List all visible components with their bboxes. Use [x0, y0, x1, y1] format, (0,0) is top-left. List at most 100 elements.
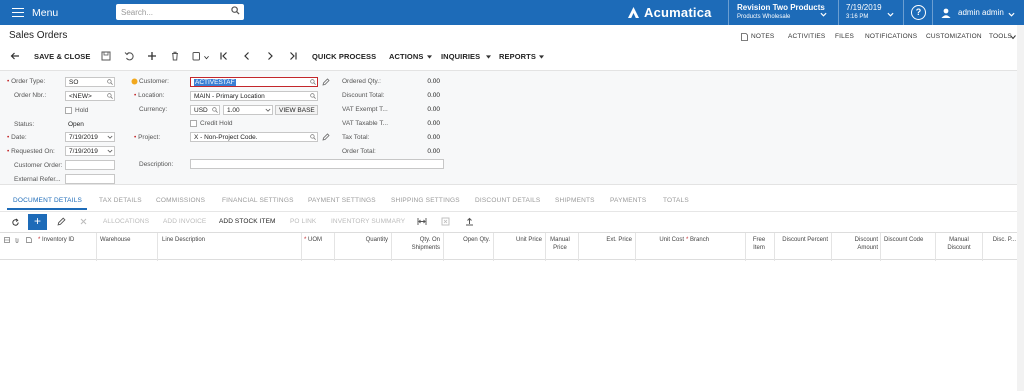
search-icon[interactable] [310, 134, 316, 140]
column-divider [391, 233, 392, 261]
inquiries-menu-button[interactable]: INQUIRIES [441, 52, 480, 61]
credit-hold-checkbox[interactable] [190, 120, 197, 127]
add-row-button[interactable]: + [28, 214, 47, 230]
last-record-icon[interactable] [288, 51, 298, 61]
files-link[interactable]: FILES [835, 33, 854, 40]
fit-columns-icon[interactable] [417, 217, 427, 226]
actions-menu-button[interactable]: ACTIONS [389, 52, 423, 61]
status-value: Open [68, 121, 84, 128]
description-field[interactable] [190, 159, 444, 169]
hold-checkbox[interactable] [65, 107, 72, 114]
reports-menu-button[interactable]: REPORTS [499, 52, 536, 61]
customer-field[interactable]: ACTIVESTAF [190, 77, 318, 87]
search-icon[interactable] [107, 79, 113, 85]
add-invoice-button[interactable]: ADD INVOICE [163, 218, 206, 225]
search-icon[interactable] [310, 79, 316, 85]
help-button[interactable]: ? [911, 5, 926, 20]
first-record-icon[interactable] [219, 51, 229, 61]
tab-payment-settings[interactable]: PAYMENT SETTINGS [308, 197, 376, 204]
export-excel-icon[interactable] [441, 217, 450, 226]
column-header-manual-discount[interactable]: Manual Discount [940, 236, 978, 252]
delete-icon[interactable] [170, 51, 180, 61]
column-divider [157, 233, 158, 261]
add-icon[interactable] [147, 51, 157, 61]
column-header-discount-code[interactable]: Discount Code [884, 236, 923, 244]
grid-toolbar: + ALLOCATIONS ADD INVOICE ADD STOCK ITEM… [0, 211, 1024, 231]
column-header-unit-cost[interactable]: Unit Cost [638, 236, 684, 244]
chevron-down-icon[interactable] [1008, 11, 1015, 18]
edit-pencil-icon[interactable] [322, 133, 330, 141]
column-header-uom[interactable]: * UOM [304, 236, 322, 244]
column-header-discount-percent[interactable]: Discount Percent [780, 236, 828, 244]
tab-shipping-settings[interactable]: SHIPPING SETTINGS [391, 197, 460, 204]
customization-link[interactable]: CUSTOMIZATION [926, 33, 982, 40]
refresh-icon[interactable] [11, 218, 20, 227]
chevron-down-icon[interactable] [887, 11, 894, 18]
allocations-button[interactable]: ALLOCATIONS [103, 218, 149, 225]
customer-label: Customer: [139, 78, 169, 85]
chevron-down-icon[interactable] [107, 148, 113, 154]
close-icon[interactable] [80, 218, 87, 225]
tab-commissions[interactable]: COMMISSIONS [156, 197, 205, 204]
column-header-disc-p[interactable]: Disc. P... [984, 236, 1016, 244]
tab-document-details[interactable]: DOCUMENT DETAILS [13, 197, 82, 204]
user-menu[interactable]: admin admin [941, 0, 1004, 25]
tools-link[interactable]: TOOLS [989, 33, 1012, 40]
view-base-button[interactable]: VIEW BASE [275, 105, 318, 115]
back-arrow-icon[interactable] [10, 51, 20, 61]
discount-total-label: Discount Total: [342, 92, 385, 99]
grid-body[interactable] [0, 261, 1024, 391]
quick-process-button[interactable]: QUICK PROCESS [312, 52, 376, 61]
upload-icon[interactable] [465, 217, 474, 226]
notes-link[interactable]: NOTES [751, 33, 774, 40]
external-ref-field[interactable] [65, 174, 115, 184]
edit-pencil-icon[interactable] [57, 217, 66, 226]
column-header-inventory-id[interactable]: * Inventory ID [38, 236, 74, 244]
undo-icon[interactable] [124, 51, 134, 61]
column-header-qty-on-shipments[interactable]: Qty. On Shipments [396, 236, 440, 252]
column-header-free-item[interactable]: Free Item [748, 236, 770, 252]
column-header-unit-price[interactable]: Unit Price [497, 236, 542, 244]
tab-discount-details[interactable]: DISCOUNT DETAILS [475, 197, 540, 204]
column-header-line-description[interactable]: Line Description [162, 236, 205, 244]
column-header-warehouse[interactable]: Warehouse [100, 236, 130, 244]
column-header-discount-amount[interactable]: Discount Amount [834, 236, 878, 252]
chevron-down-icon[interactable] [204, 55, 209, 60]
tab-payments[interactable]: PAYMENTS [610, 197, 646, 204]
inventory-summary-button[interactable]: INVENTORY SUMMARY [331, 218, 405, 225]
tab-financial-settings[interactable]: FINANCIAL SETTINGS [222, 197, 294, 204]
tab-totals[interactable]: TOTALS [663, 197, 689, 204]
chevron-down-icon[interactable] [265, 107, 271, 113]
location-field[interactable]: MAIN - Primary Location [190, 91, 318, 101]
tab-tax-details[interactable]: TAX DETAILS [99, 197, 142, 204]
column-header-quantity[interactable]: Quantity [340, 236, 388, 244]
column-header-open-qty[interactable]: Open Qty. [448, 236, 490, 244]
column-header-ext-price[interactable]: Ext. Price [582, 236, 632, 244]
save-icon[interactable] [101, 51, 111, 61]
edit-pencil-icon[interactable] [322, 78, 330, 86]
menu-button[interactable]: Menu [0, 0, 110, 25]
chevron-down-icon[interactable] [107, 134, 113, 140]
search-icon[interactable] [212, 107, 218, 113]
chevron-down-icon[interactable] [1010, 34, 1016, 40]
search-icon[interactable] [310, 93, 316, 99]
customer-order-field[interactable] [65, 160, 115, 170]
previous-record-icon[interactable] [242, 51, 252, 61]
po-link-button[interactable]: PO LINK [290, 218, 316, 225]
save-close-button[interactable]: SAVE & CLOSE [34, 52, 91, 61]
search-icon[interactable] [107, 93, 113, 99]
next-record-icon[interactable] [265, 51, 275, 61]
column-header-manual-price[interactable]: Manual Price [547, 236, 573, 252]
project-field[interactable]: X - Non-Project Code. [190, 132, 318, 142]
add-stock-item-button[interactable]: ADD STOCK ITEM [219, 218, 276, 225]
chevron-down-icon[interactable] [820, 11, 827, 18]
column-header-branch[interactable]: * Branch [686, 236, 709, 244]
activities-link[interactable]: ACTIVITIES [788, 33, 825, 40]
tab-shipments[interactable]: SHIPMENTS [555, 197, 595, 204]
notifications-link[interactable]: NOTIFICATIONS [865, 33, 917, 40]
vertical-scrollbar[interactable] [1017, 25, 1024, 391]
copy-paste-icon[interactable] [192, 51, 202, 61]
search-icon[interactable] [231, 6, 240, 15]
search-input[interactable]: Search... [116, 4, 244, 20]
order-summary-form: • Order Type: SO Order Nbr.: <NEW> Hold … [0, 70, 1024, 185]
